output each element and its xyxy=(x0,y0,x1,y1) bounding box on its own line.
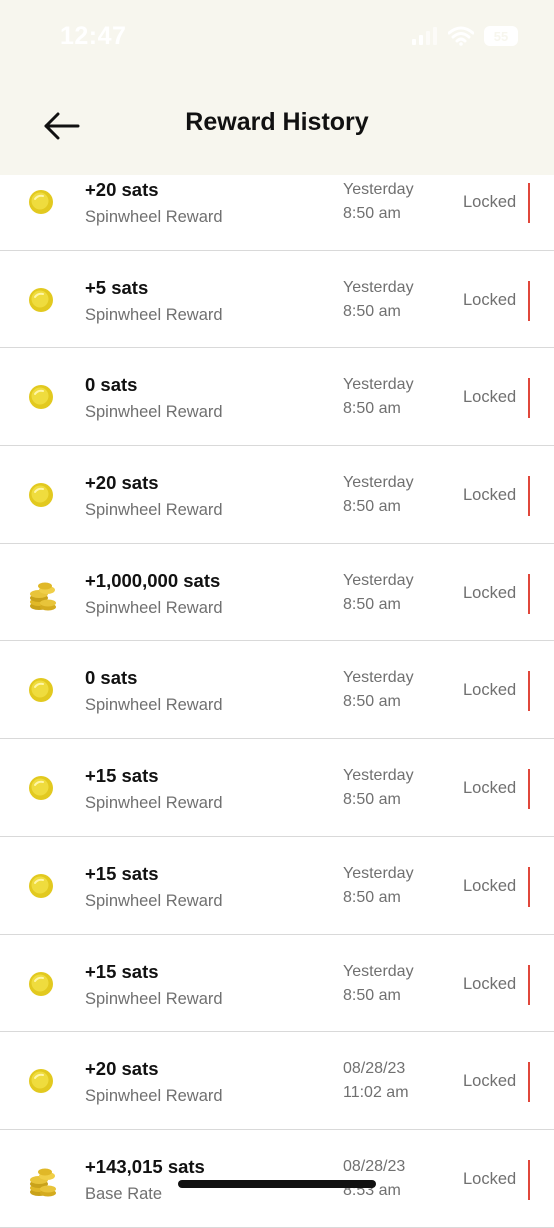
coin-icon xyxy=(28,482,54,508)
reward-time: 8:50 am xyxy=(343,498,401,516)
status-indicator-bar xyxy=(528,378,530,419)
reward-row[interactable]: +15 sats Spinwheel Reward Yesterday 8:50 am… xyxy=(0,836,554,935)
coin-icon xyxy=(28,1068,54,1094)
status-indicator-bar xyxy=(528,183,530,223)
reward-time: 8:50 am xyxy=(343,595,401,613)
reward-description: Spinwheel Reward xyxy=(85,208,223,226)
reward-date: 08/28/23 xyxy=(343,1157,406,1175)
reward-description: Spinwheel Reward xyxy=(85,501,223,520)
reward-status: Locked xyxy=(463,388,517,407)
reward-status: Locked xyxy=(463,1072,517,1091)
reward-time: 8:50 am xyxy=(343,791,401,809)
reward-description: Base Rate xyxy=(85,1184,163,1203)
reward-date: 08/28/23 xyxy=(343,1060,406,1078)
reward-amount: +20 sats xyxy=(85,472,159,494)
home-indicator[interactable] xyxy=(178,1180,376,1188)
reward-row[interactable]: +20 sats Spinwheel Reward Yesterday 8:50 am… xyxy=(0,446,554,544)
reward-amount: +15 sats xyxy=(85,960,159,982)
reward-amount: +143,015 sats xyxy=(85,1155,205,1177)
status-indicator-bar xyxy=(528,1062,530,1103)
reward-date: Yesterday xyxy=(343,181,414,198)
coin-stack-icon xyxy=(28,580,56,611)
reward-date: Yesterday xyxy=(343,962,414,980)
coin-icon xyxy=(28,287,54,313)
coin-icon xyxy=(28,384,54,410)
reward-status: Locked xyxy=(463,486,517,505)
coin-icon xyxy=(28,873,54,899)
status-indicator-bar xyxy=(528,866,530,907)
status-indicator-bar xyxy=(528,280,530,321)
status-indicator-bar xyxy=(528,769,530,810)
reward-date: Yesterday xyxy=(343,278,414,296)
status-indicator-bar xyxy=(528,1159,530,1200)
app-header: 12:47 55 Reward History xyxy=(0,0,554,175)
status-indicator-bar xyxy=(528,573,530,614)
status-indicator-bar xyxy=(528,964,530,1005)
reward-amount: 0 sats xyxy=(85,667,138,689)
reward-time: 8:50 am xyxy=(343,888,401,906)
reward-row[interactable]: +143,015 sats Base Rate 08/28/23 8:53 am Loc… xyxy=(0,1129,554,1228)
reward-time: 8:50 am xyxy=(343,986,401,1004)
coin-icon xyxy=(28,189,54,215)
reward-amount: +5 sats xyxy=(85,276,149,298)
wifi-icon xyxy=(448,26,474,46)
reward-amount: +20 sats xyxy=(85,1058,159,1080)
reward-date: Yesterday xyxy=(343,669,414,687)
reward-amount: +20 sats xyxy=(85,179,159,200)
reward-time: 8:50 am xyxy=(343,400,401,418)
reward-row[interactable]: +5 sats Spinwheel Reward Yesterday 8:50 am L… xyxy=(0,250,554,349)
reward-amount: +1,000,000 sats xyxy=(85,569,221,591)
reward-status: Locked xyxy=(463,583,517,602)
reward-row[interactable]: 0 sats Spinwheel Reward Yesterday 8:50 am Lo… xyxy=(0,348,554,447)
reward-row[interactable]: +15 sats Spinwheel Reward Yesterday 8:50 am… xyxy=(0,934,554,1033)
reward-time: 8:50 am xyxy=(343,302,401,320)
reward-description: Spinwheel Reward xyxy=(85,794,223,813)
reward-description: Spinwheel Reward xyxy=(85,1087,223,1106)
reward-description: Spinwheel Reward xyxy=(85,403,223,422)
reward-status: Locked xyxy=(463,876,517,895)
coin-icon xyxy=(28,775,54,801)
battery-icon: 55 xyxy=(484,26,518,46)
reward-status: Locked xyxy=(463,1169,517,1188)
reward-status: Locked xyxy=(463,193,517,211)
status-time: 12:47 xyxy=(60,22,127,50)
reward-time: 11:02 am xyxy=(343,1084,409,1102)
status-icons: 55 xyxy=(412,26,518,46)
reward-time: 8:50 am xyxy=(343,205,401,222)
reward-amount: 0 sats xyxy=(85,374,138,396)
coin-icon xyxy=(28,677,54,703)
status-bar: 12:47 55 xyxy=(0,0,554,75)
status-indicator-bar xyxy=(528,671,530,712)
reward-description: Spinwheel Reward xyxy=(85,305,223,324)
reward-list: +20 sats Spinwheel Reward Yesterday 8:50 am… xyxy=(0,153,554,1228)
reward-row[interactable]: +15 sats Spinwheel Reward Yesterday 8:50 am… xyxy=(0,739,554,837)
reward-row[interactable]: +1,000,000 sats Spinwheel Reward Yesterday… xyxy=(0,543,554,642)
reward-status: Locked xyxy=(463,681,517,700)
reward-amount: +15 sats xyxy=(85,862,159,884)
reward-date: Yesterday xyxy=(343,571,414,589)
reward-status: Locked xyxy=(463,974,517,993)
reward-date: Yesterday xyxy=(343,767,414,785)
reward-status: Locked xyxy=(463,290,517,309)
page-title: Reward History xyxy=(185,108,369,136)
signal-icon xyxy=(412,27,437,45)
reward-time: 8:50 am xyxy=(343,693,401,711)
reward-description: Spinwheel Reward xyxy=(85,598,223,617)
reward-date: Yesterday xyxy=(343,864,414,882)
reward-date: Yesterday xyxy=(343,474,414,492)
reward-description: Spinwheel Reward xyxy=(85,891,223,910)
reward-row[interactable]: 0 sats Spinwheel Reward Yesterday 8:50 am Lo… xyxy=(0,641,554,740)
reward-date: Yesterday xyxy=(343,376,414,394)
reward-amount: +15 sats xyxy=(85,765,159,787)
coin-stack-icon xyxy=(28,1166,56,1197)
coin-icon xyxy=(28,971,54,997)
reward-row[interactable]: +20 sats Spinwheel Reward 08/28/23 11:02 am… xyxy=(0,1032,554,1130)
status-indicator-bar xyxy=(528,476,530,517)
reward-description: Spinwheel Reward xyxy=(85,696,223,715)
reward-status: Locked xyxy=(463,779,517,798)
reward-description: Spinwheel Reward xyxy=(85,989,223,1008)
